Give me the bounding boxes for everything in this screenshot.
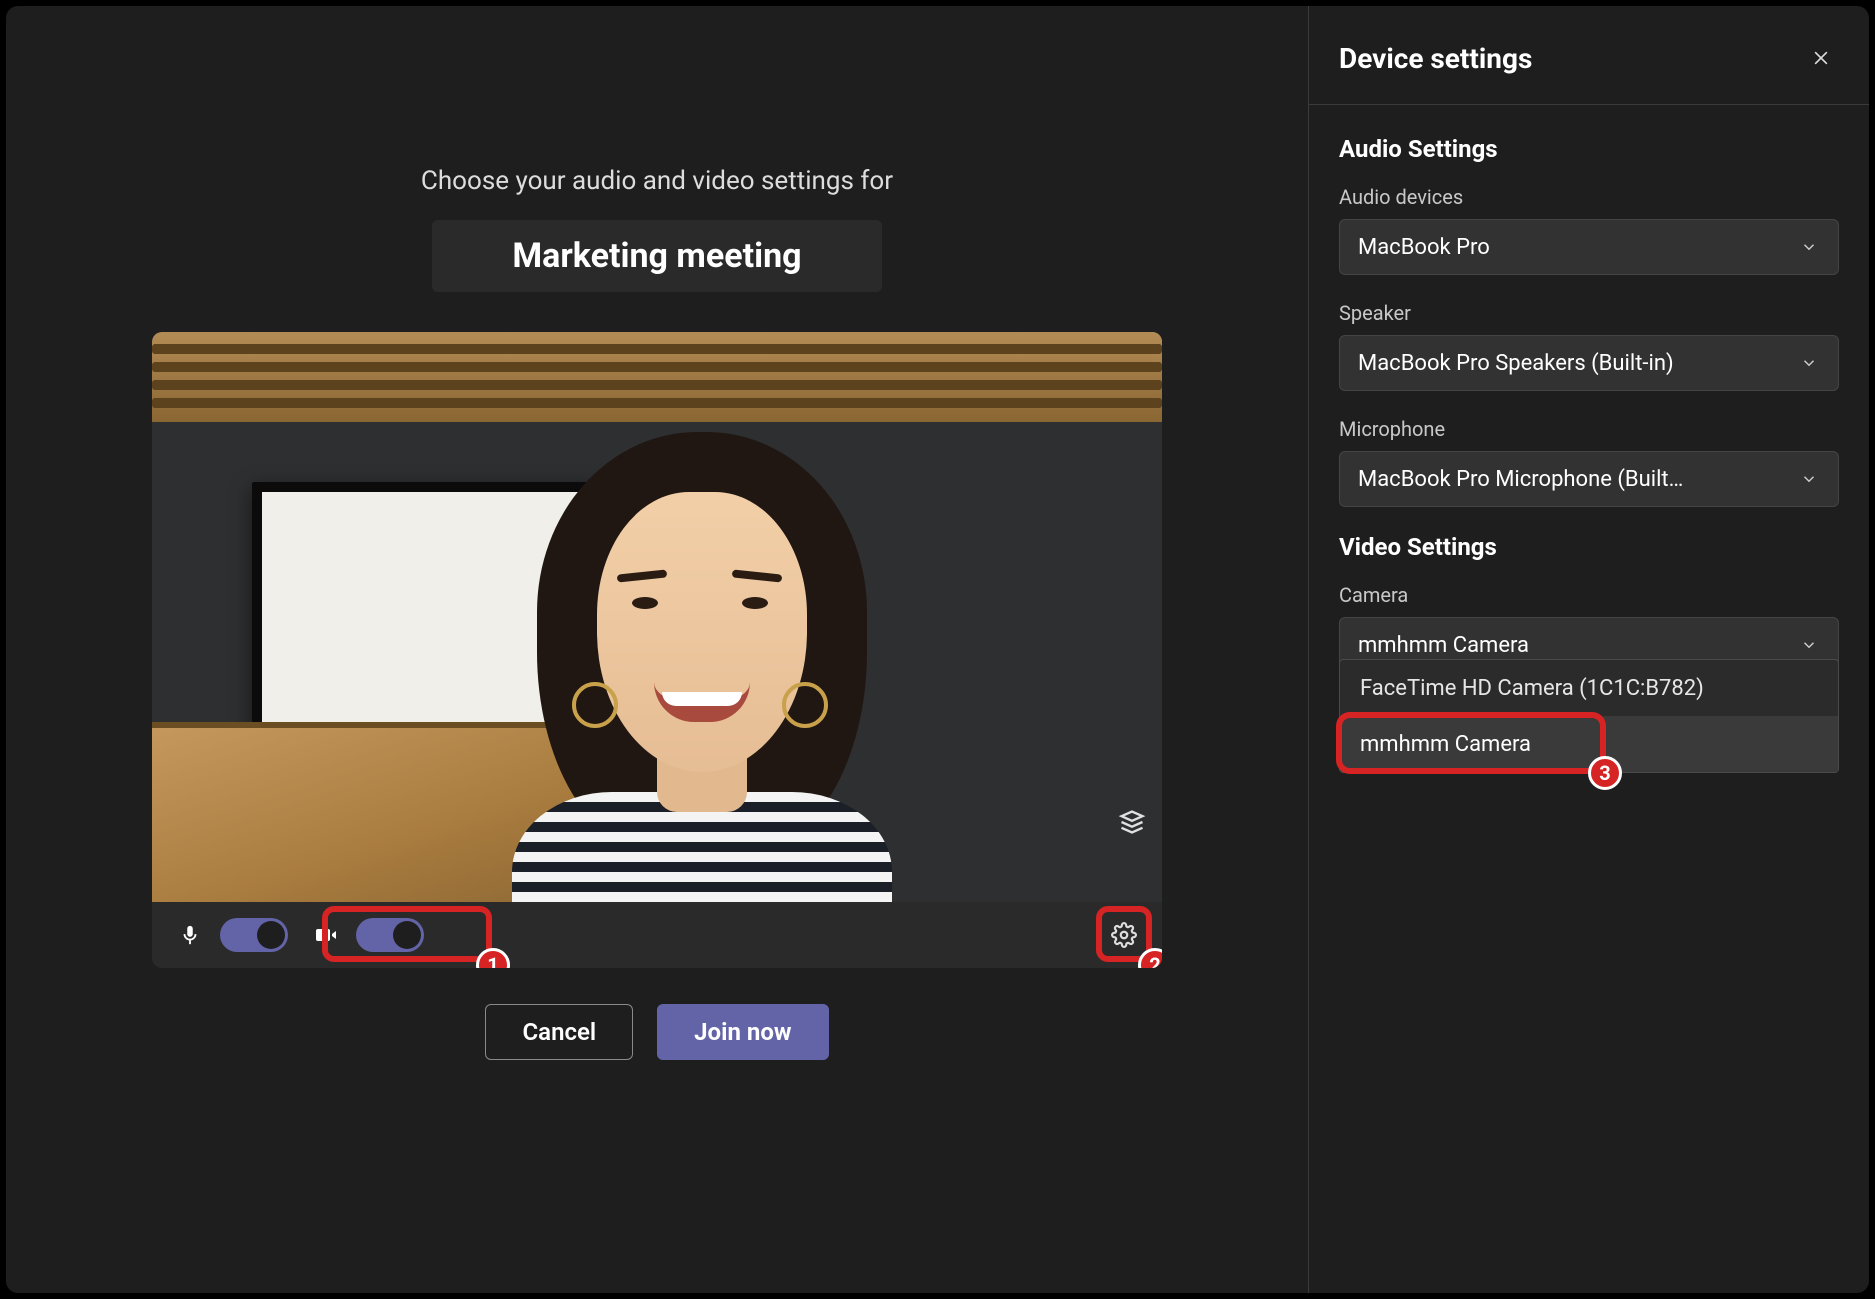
video-preview-card: 1 2	[152, 332, 1162, 968]
chevron-down-icon	[1798, 634, 1820, 656]
prejoin-main: Choose your audio and video settings for…	[6, 6, 1308, 1293]
person-graphic	[462, 422, 942, 902]
close-icon	[1811, 48, 1831, 68]
audio-settings-title: Audio Settings	[1339, 135, 1839, 163]
speaker-select[interactable]: MacBook Pro Speakers (Built-in)	[1339, 335, 1839, 391]
gear-icon	[1111, 922, 1137, 948]
sidebar-header: Device settings	[1309, 6, 1869, 105]
join-now-button[interactable]: Join now	[657, 1004, 828, 1060]
microphone-icon	[170, 915, 210, 955]
microphone-label: Microphone	[1339, 417, 1839, 441]
chevron-down-icon	[1798, 468, 1820, 490]
mic-control	[170, 915, 288, 955]
camera-option-mmhmm[interactable]: mmhmm Camera	[1340, 716, 1838, 772]
annotation-badge-3: 3	[1588, 756, 1622, 790]
meeting-title-box[interactable]: Marketing meeting	[432, 220, 881, 292]
speaker-label: Speaker	[1339, 301, 1839, 325]
camera-option-label: FaceTime HD Camera (1C1C:B782)	[1360, 676, 1704, 701]
camera-option-facetime[interactable]: FaceTime HD Camera (1C1C:B782)	[1340, 660, 1838, 716]
camera-dropdown: FaceTime HD Camera (1C1C:B782) mmhmm Cam…	[1339, 659, 1839, 773]
microphone-select[interactable]: MacBook Pro Microphone (Built…	[1339, 451, 1839, 507]
app-inner: Choose your audio and video settings for…	[6, 6, 1869, 1293]
video-settings-title: Video Settings	[1339, 533, 1839, 561]
video-preview	[152, 332, 1162, 902]
close-sidebar-button[interactable]	[1803, 40, 1839, 76]
camera-value: mmhmm Camera	[1358, 633, 1529, 658]
meeting-title: Marketing meeting	[512, 236, 801, 276]
audio-devices-value: MacBook Pro	[1358, 235, 1490, 260]
camera-option-label: mmhmm Camera	[1360, 732, 1531, 757]
video-control	[306, 915, 424, 955]
prompt-text: Choose your audio and video settings for	[421, 166, 893, 196]
video-icon	[306, 915, 346, 955]
cancel-button[interactable]: Cancel	[485, 1004, 633, 1060]
join-now-button-label: Join now	[694, 1018, 791, 1046]
audio-devices-label: Audio devices	[1339, 185, 1839, 209]
controls-bar	[152, 902, 1162, 968]
device-settings-button[interactable]	[1104, 915, 1144, 955]
audio-devices-select[interactable]: MacBook Pro	[1339, 219, 1839, 275]
chevron-down-icon	[1798, 352, 1820, 374]
watermark-icon	[1112, 802, 1152, 842]
video-toggle[interactable]	[356, 918, 424, 952]
cancel-button-label: Cancel	[522, 1018, 596, 1046]
speaker-value: MacBook Pro Speakers (Built-in)	[1358, 351, 1674, 376]
app-frame: Choose your audio and video settings for…	[0, 0, 1875, 1299]
device-settings-sidebar: Device settings Audio Settings Audio dev…	[1309, 6, 1869, 1293]
sidebar-body: Audio Settings Audio devices MacBook Pro…	[1309, 105, 1869, 773]
microphone-value: MacBook Pro Microphone (Built…	[1358, 467, 1683, 492]
camera-label: Camera	[1339, 583, 1839, 607]
chevron-down-icon	[1798, 236, 1820, 258]
sidebar-title: Device settings	[1339, 42, 1532, 75]
mic-toggle[interactable]	[220, 918, 288, 952]
action-row: Cancel Join now	[485, 1004, 828, 1060]
